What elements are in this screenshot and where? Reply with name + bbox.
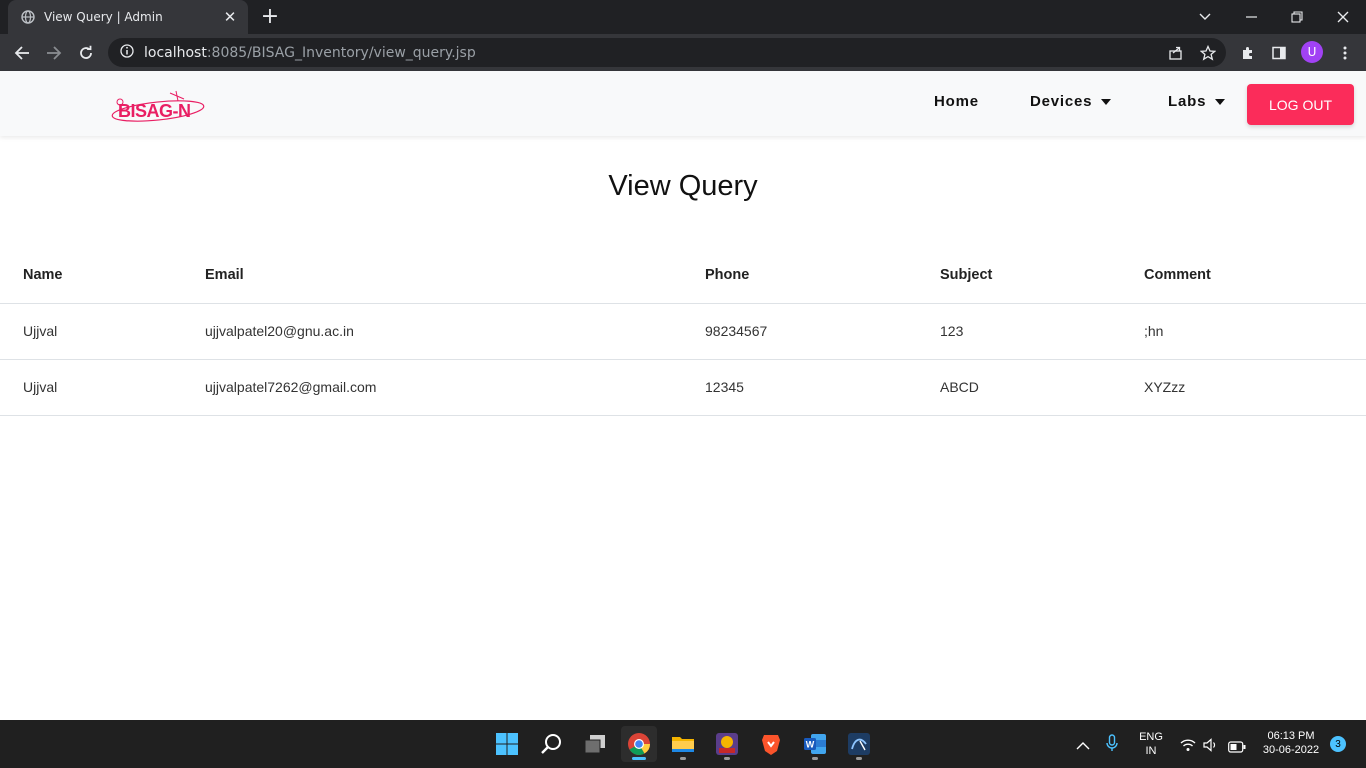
cell-subject: ABCD [940, 379, 979, 395]
nav-devices-dropdown[interactable]: Devices [1030, 93, 1112, 110]
search-icon[interactable] [533, 726, 569, 762]
back-icon[interactable] [10, 41, 34, 65]
globe-icon [20, 9, 36, 25]
cell-comment: ;hn [1144, 323, 1164, 339]
chevron-up-icon[interactable] [1076, 736, 1090, 755]
column-header-name: Name [23, 267, 63, 283]
forward-icon[interactable] [42, 41, 66, 65]
logo-text: BISAG-N [118, 101, 191, 121]
notification-badge[interactable]: 3 [1330, 736, 1346, 752]
bisag-logo[interactable]: BISAG-N [110, 89, 216, 123]
running-indicator [812, 757, 818, 760]
browser-tabstrip: View Query | Admin ✕ + [0, 0, 1366, 34]
profile-avatar[interactable]: U [1301, 41, 1323, 63]
bookmark-star-icon[interactable] [1198, 43, 1218, 63]
tab-search-icon[interactable] [1182, 0, 1228, 34]
side-panel-icon[interactable] [1268, 42, 1290, 64]
app-icon[interactable] [709, 726, 745, 762]
battery-icon[interactable] [1228, 738, 1246, 757]
new-tab-icon[interactable]: + [259, 6, 281, 28]
page-title: View Query [608, 170, 758, 202]
active-indicator [632, 757, 646, 760]
clock-time: 06:13 PM [1267, 730, 1315, 742]
cell-comment: XYZzz [1144, 379, 1186, 395]
wifi-icon[interactable] [1180, 737, 1196, 756]
language-code: ENG [1139, 731, 1163, 743]
url-path: :8085/BISAG_Inventory/view_query.jsp [206, 44, 476, 61]
nav-home-label: Home [934, 93, 979, 110]
running-indicator [856, 757, 862, 760]
clock[interactable]: 06:13 PM 30-06-2022 [1254, 729, 1328, 757]
caret-down-icon [1101, 99, 1112, 105]
brave-icon[interactable] [753, 726, 789, 762]
tab-title: View Query | Admin [44, 10, 163, 24]
browser-toolbar: localhost:8085/BISAG_Inventory/view_quer… [0, 34, 1366, 71]
cell-subject: 123 [940, 323, 964, 339]
cell-email: ujjvalpatel7262@gmail.com [205, 379, 377, 395]
close-tab-icon[interactable]: ✕ [222, 8, 238, 26]
column-header-comment: Comment [1144, 267, 1211, 283]
caret-down-icon [1215, 99, 1226, 105]
volume-icon[interactable] [1203, 737, 1219, 756]
cell-phone: 12345 [705, 379, 744, 395]
more-menu-icon[interactable] [1334, 42, 1356, 64]
nav-labs-dropdown[interactable]: Labs [1168, 93, 1226, 110]
cell-name: Ujjval [23, 323, 58, 339]
site-info-icon[interactable] [120, 43, 134, 62]
close-window-icon[interactable] [1320, 0, 1366, 34]
logout-button[interactable]: LOG OUT [1247, 84, 1354, 125]
region-code: IN [1145, 745, 1157, 757]
language-indicator[interactable]: ENG IN [1134, 730, 1168, 758]
restore-icon[interactable] [1274, 0, 1320, 34]
nav-home[interactable]: Home [934, 93, 979, 110]
column-header-subject: Subject [940, 267, 993, 283]
table-header-row: Name Email Phone Subject Comment [0, 248, 1366, 304]
svg-text:W: W [806, 740, 815, 750]
column-header-phone: Phone [705, 267, 750, 283]
chrome-icon[interactable] [621, 726, 657, 762]
table-row: Ujjval ujjvalpatel20@gnu.ac.in 98234567 … [0, 304, 1366, 360]
windows-taskbar: W ENG IN 06:13 PM 30-06-2022 [0, 720, 1366, 768]
reload-icon[interactable] [74, 41, 98, 65]
table-row: Ujjval ujjvalpatel7262@gmail.com 12345 A… [0, 360, 1366, 416]
minimize-icon[interactable] [1228, 0, 1274, 34]
running-indicator [724, 757, 730, 760]
task-view-icon[interactable] [577, 726, 613, 762]
nav-labs-label: Labs [1168, 93, 1207, 110]
cell-email: ujjvalpatel20@gnu.ac.in [205, 323, 354, 339]
cell-phone: 98234567 [705, 323, 768, 339]
clock-date: 30-06-2022 [1262, 744, 1320, 756]
address-bar[interactable]: localhost:8085/BISAG_Inventory/view_quer… [108, 38, 1226, 67]
word-icon[interactable]: W [797, 726, 833, 762]
site-navbar: BISAG-N Home Devices Labs LOG OUT [0, 71, 1366, 136]
start-icon[interactable] [489, 726, 525, 762]
cell-name: Ujjval [23, 379, 58, 395]
file-explorer-icon[interactable] [665, 726, 701, 762]
column-header-email: Email [205, 267, 244, 283]
query-table: Name Email Phone Subject Comment Ujjval … [0, 248, 1366, 416]
url-host: localhost [144, 44, 207, 61]
running-indicator [680, 757, 686, 760]
extensions-icon[interactable] [1237, 42, 1259, 64]
browser-tab[interactable]: View Query | Admin ✕ [8, 0, 248, 34]
nav-devices-label: Devices [1030, 93, 1093, 110]
mysql-workbench-icon[interactable] [841, 726, 877, 762]
microphone-icon[interactable] [1106, 734, 1118, 756]
share-icon[interactable] [1166, 43, 1186, 63]
